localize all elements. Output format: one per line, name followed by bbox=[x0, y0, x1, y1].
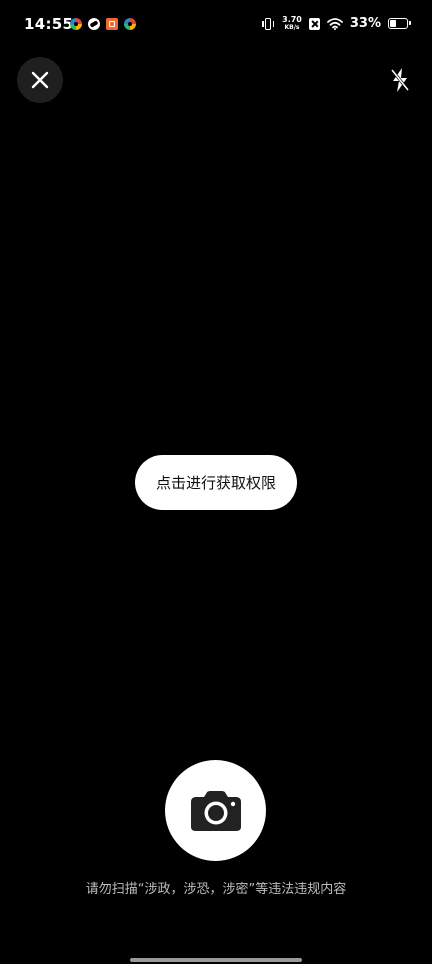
close-button[interactable] bbox=[17, 57, 63, 103]
battery-icon bbox=[388, 18, 411, 29]
app-notification-icon bbox=[88, 18, 100, 30]
scan-camera-button[interactable] bbox=[165, 760, 266, 861]
scan-notice: 请勿扫描“涉政，涉恐，涉密”等违法违规内容 bbox=[85, 882, 347, 897]
notification-close-icon bbox=[308, 17, 320, 30]
battery-fill bbox=[390, 20, 396, 27]
get-permission-button[interactable]: 点击进行获取权限 bbox=[135, 455, 297, 510]
battery-percent: 33% bbox=[349, 16, 381, 31]
flash-toggle-button[interactable] bbox=[386, 66, 414, 94]
camera-icon bbox=[190, 790, 241, 831]
network-speed: 3.70 KB/s bbox=[282, 15, 302, 32]
system-icons: 3.70 KB/s 33% bbox=[261, 15, 411, 32]
network-speed-unit: KB/s bbox=[284, 24, 300, 31]
app-notification-icon bbox=[124, 18, 136, 30]
status-bar: 14:55 3.70 KB/s 33% bbox=[0, 0, 432, 52]
close-icon bbox=[31, 71, 49, 89]
network-speed-value: 3.70 bbox=[282, 15, 302, 24]
vibrate-icon bbox=[261, 17, 275, 31]
status-time: 14:55 bbox=[24, 15, 74, 33]
wifi-icon bbox=[326, 17, 343, 30]
flash-off-icon bbox=[390, 68, 410, 92]
home-indicator[interactable] bbox=[130, 958, 302, 962]
app-notification-icon bbox=[70, 18, 82, 30]
app-notification-icon bbox=[106, 18, 118, 30]
notification-icons bbox=[70, 18, 136, 30]
